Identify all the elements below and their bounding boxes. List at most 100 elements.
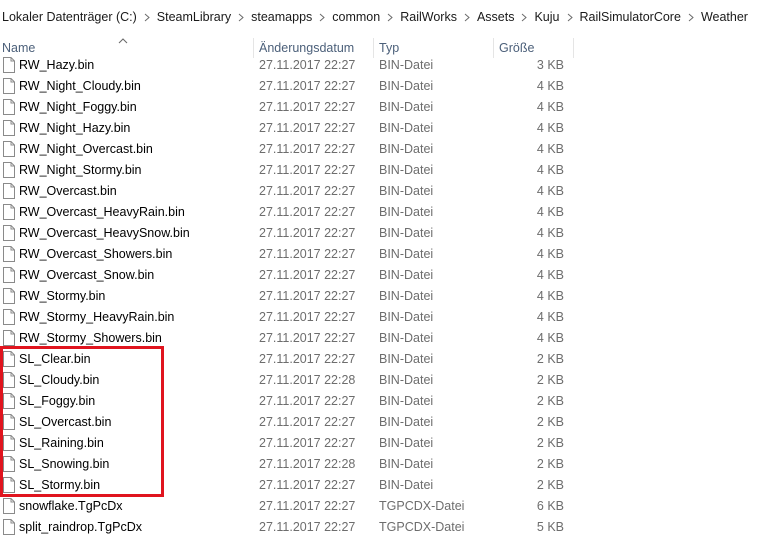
column-header-name[interactable]: Name (2, 41, 35, 55)
breadcrumb-item[interactable]: SteamLibrary (155, 10, 233, 24)
file-row[interactable]: RW_Hazy.bin 27.11.2017 22:27 BIN-Datei 3 KB (0, 55, 776, 76)
file-icon (3, 498, 15, 514)
file-size: 4 KB (536, 163, 564, 177)
file-row[interactable]: RW_Night_Cloudy.bin 27.11.2017 22:27 BIN-D… (0, 76, 776, 97)
chevron-right-icon[interactable] (233, 11, 249, 23)
breadcrumb-item[interactable]: Weather (699, 10, 750, 24)
file-row[interactable]: SL_Raining.bin 27.11.2017 22:27 BIN-Datei 2… (0, 433, 776, 454)
chevron-right-icon[interactable] (516, 11, 532, 23)
file-type: BIN-Datei (379, 121, 434, 135)
breadcrumb-item[interactable]: steamapps (249, 10, 314, 24)
chevron-right-icon[interactable] (314, 11, 330, 23)
file-icon (3, 393, 15, 409)
file-type: BIN-Datei (379, 478, 434, 492)
sort-ascending-icon (118, 34, 128, 48)
file-name: SL_Snowing.bin (19, 457, 110, 471)
file-row[interactable]: RW_Overcast_Showers.bin 27.11.2017 22:27 B… (0, 244, 776, 265)
file-type: BIN-Datei (379, 142, 434, 156)
file-size: 4 KB (536, 100, 564, 114)
breadcrumb-item[interactable]: Lokaler Datenträger (C:) (0, 10, 139, 24)
file-type: BIN-Datei (379, 289, 434, 303)
breadcrumb-item[interactable]: Kuju (532, 10, 561, 24)
file-name: RW_Stormy_Showers.bin (19, 331, 162, 345)
file-modified-date: 27.11.2017 22:27 (259, 205, 356, 219)
file-row[interactable]: SL_Snowing.bin 27.11.2017 22:28 BIN-Datei 2… (0, 454, 776, 475)
file-type: BIN-Datei (379, 58, 434, 72)
file-type: BIN-Datei (379, 100, 434, 114)
file-row[interactable]: SL_Foggy.bin 27.11.2017 22:27 BIN-Datei 2 K… (0, 391, 776, 412)
file-name: SL_Stormy.bin (19, 478, 101, 492)
file-name: snowflake.TgPcDx (19, 499, 123, 513)
file-row[interactable]: RW_Stormy_Showers.bin 27.11.2017 22:27 BIN… (0, 328, 776, 349)
file-modified-date: 27.11.2017 22:27 (259, 184, 356, 198)
file-row[interactable]: RW_Overcast_HeavyRain.bin 27.11.2017 22:2… (0, 202, 776, 223)
file-row[interactable]: RW_Night_Foggy.bin 27.11.2017 22:27 BIN-Da… (0, 97, 776, 118)
file-icon (3, 78, 15, 94)
file-row[interactable]: SL_Clear.bin 27.11.2017 22:27 BIN-Datei 2 K… (0, 349, 776, 370)
column-header-size[interactable]: Größe (499, 41, 534, 55)
file-size: 2 KB (536, 457, 564, 471)
file-icon (3, 456, 15, 472)
file-type: BIN-Datei (379, 226, 434, 240)
chevron-right-icon[interactable] (382, 11, 398, 23)
file-row[interactable]: RW_Night_Stormy.bin 27.11.2017 22:27 BIN-D… (0, 160, 776, 181)
file-icon (3, 519, 15, 535)
column-header-type[interactable]: Typ (379, 41, 399, 55)
file-type: BIN-Datei (379, 394, 434, 408)
breadcrumb-item[interactable]: RailWorks (398, 10, 459, 24)
chevron-right-icon[interactable] (139, 11, 155, 23)
file-modified-date: 27.11.2017 22:27 (259, 268, 356, 282)
file-size: 4 KB (536, 310, 564, 324)
breadcrumb-item[interactable]: common (330, 10, 382, 24)
column-header-date[interactable]: Änderungsdatum (259, 41, 354, 55)
file-row[interactable]: RW_Stormy_HeavyRain.bin 27.11.2017 22:27 B… (0, 307, 776, 328)
file-row[interactable]: RW_Stormy.bin 27.11.2017 22:27 BIN-Datei 4 … (0, 286, 776, 307)
file-type: BIN-Datei (379, 310, 434, 324)
file-row[interactable]: split_raindrop.TgPcDx 27.11.2017 22:27 TGP… (0, 517, 776, 538)
file-modified-date: 27.11.2017 22:27 (259, 394, 356, 408)
file-size: 2 KB (536, 394, 564, 408)
file-name: RW_Overcast_HeavySnow.bin (19, 226, 190, 240)
chevron-right-icon[interactable] (562, 11, 578, 23)
file-name: RW_Overcast_Snow.bin (19, 268, 155, 282)
file-name: RW_Overcast_HeavyRain.bin (19, 205, 185, 219)
file-size: 2 KB (536, 478, 564, 492)
file-name: RW_Stormy.bin (19, 289, 106, 303)
file-size: 2 KB (536, 436, 564, 450)
file-type: BIN-Datei (379, 415, 434, 429)
file-size: 5 KB (536, 520, 564, 534)
file-icon (3, 330, 15, 346)
file-name: SL_Foggy.bin (19, 394, 96, 408)
file-modified-date: 27.11.2017 22:27 (259, 478, 356, 492)
file-size: 4 KB (536, 79, 564, 93)
breadcrumb-item[interactable]: Assets (475, 10, 517, 24)
chevron-right-icon[interactable] (683, 11, 699, 23)
file-type: BIN-Datei (379, 457, 434, 471)
file-type: BIN-Datei (379, 436, 434, 450)
breadcrumb-item[interactable]: RailSimulatorCore (578, 10, 683, 24)
chevron-right-icon[interactable] (459, 11, 475, 23)
file-size: 2 KB (536, 352, 564, 366)
file-row[interactable]: RW_Night_Overcast.bin 27.11.2017 22:27 BIN… (0, 139, 776, 160)
file-row[interactable]: snowflake.TgPcDx 27.11.2017 22:27 TGPCDX-D… (0, 496, 776, 517)
breadcrumb: Lokaler Datenträger (C:) SteamLibrary stea… (0, 0, 776, 34)
file-row[interactable]: SL_Overcast.bin 27.11.2017 22:27 BIN-Datei… (0, 412, 776, 433)
file-name: split_raindrop.TgPcDx (19, 520, 142, 534)
file-row[interactable]: RW_Overcast_HeavySnow.bin 27.11.2017 22:2… (0, 223, 776, 244)
file-list: RW_Hazy.bin 27.11.2017 22:27 BIN-Datei 3 KB… (0, 55, 776, 538)
file-size: 4 KB (536, 268, 564, 282)
file-size: 2 KB (536, 373, 564, 387)
file-modified-date: 27.11.2017 22:27 (259, 499, 356, 513)
file-modified-date: 27.11.2017 22:27 (259, 58, 356, 72)
file-name: SL_Raining.bin (19, 436, 104, 450)
file-icon (3, 57, 15, 73)
file-row[interactable]: SL_Stormy.bin 27.11.2017 22:27 BIN-Datei 2 … (0, 475, 776, 496)
file-type: BIN-Datei (379, 205, 434, 219)
file-name: RW_Hazy.bin (19, 58, 95, 72)
file-name: SL_Cloudy.bin (19, 373, 100, 387)
file-size: 4 KB (536, 247, 564, 261)
file-row[interactable]: RW_Night_Hazy.bin 27.11.2017 22:27 BIN-Dat… (0, 118, 776, 139)
file-row[interactable]: RW_Overcast_Snow.bin 27.11.2017 22:27 BIN-… (0, 265, 776, 286)
file-row[interactable]: SL_Cloudy.bin 27.11.2017 22:28 BIN-Datei 2 … (0, 370, 776, 391)
file-row[interactable]: RW_Overcast.bin 27.11.2017 22:27 BIN-Datei… (0, 181, 776, 202)
